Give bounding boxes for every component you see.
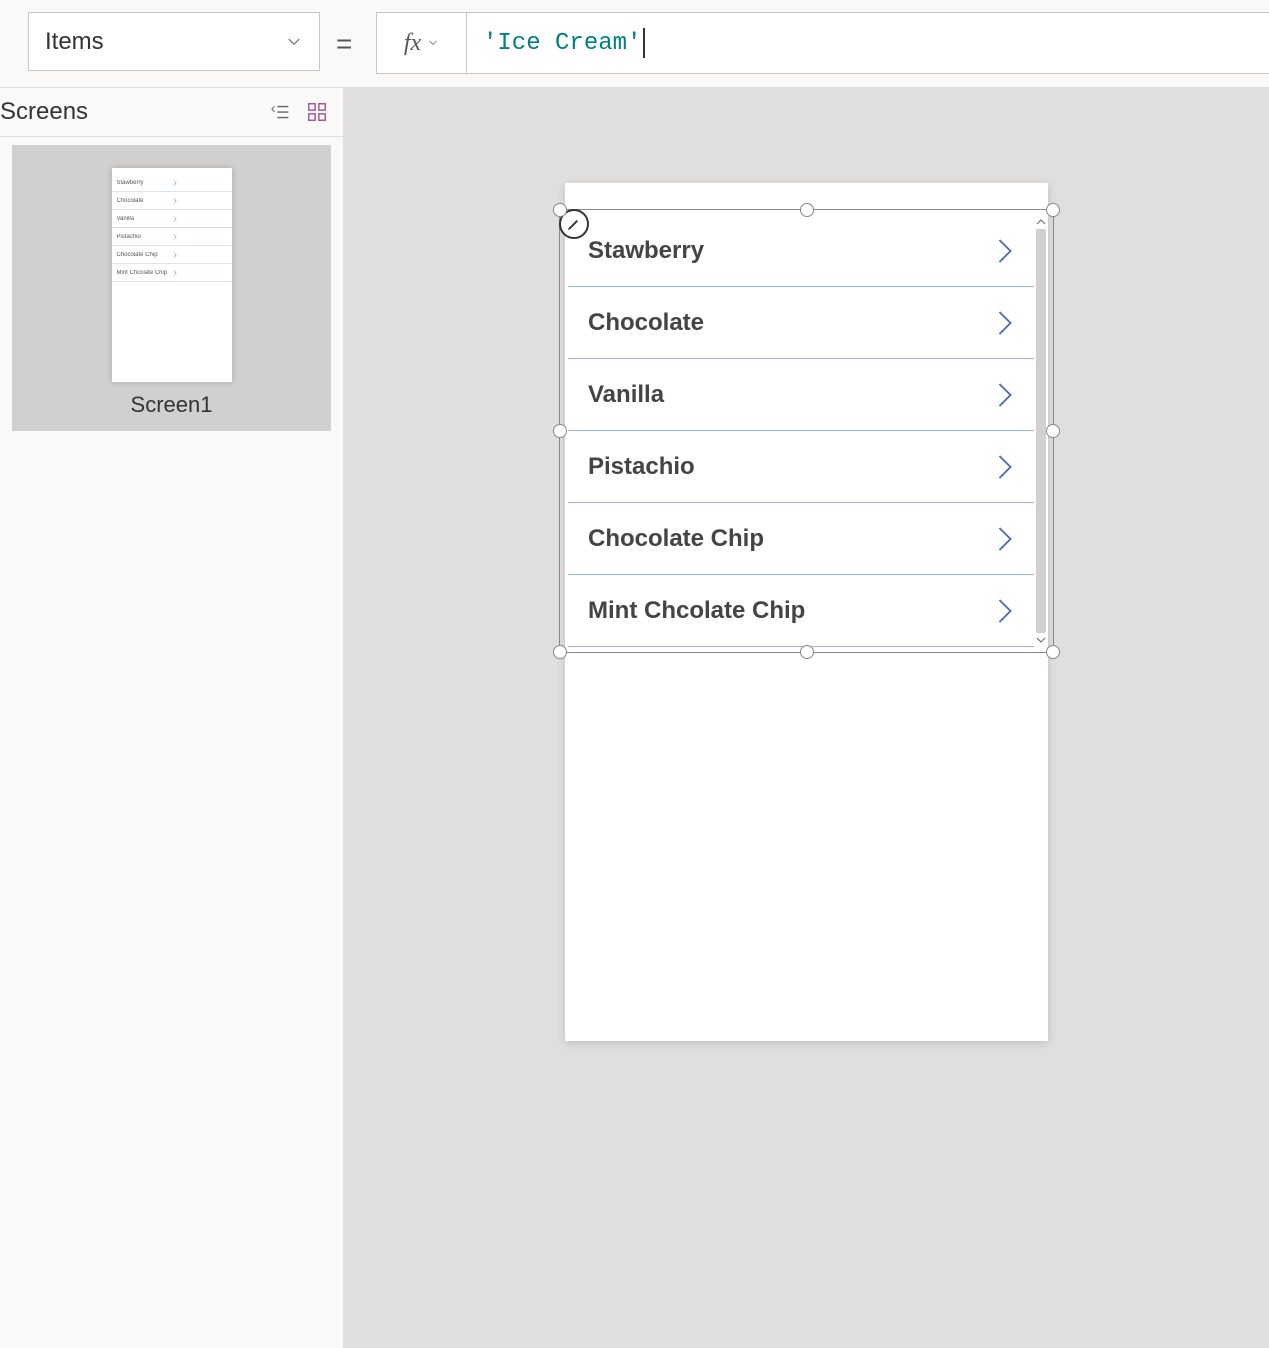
gallery-row-label: Chocolate Chip — [588, 525, 994, 553]
screen-thumbnail-container[interactable]: Stawberry Chocolate Vanilla Pistachio Ch… — [12, 145, 331, 431]
chevron-right-icon[interactable] — [994, 308, 1016, 338]
fx-label: fx — [404, 30, 421, 57]
thumb-row-label: Pistachio — [117, 234, 172, 240]
chevron-right-icon[interactable] — [994, 380, 1016, 410]
tree-view-icon[interactable] — [269, 100, 293, 124]
gallery-row[interactable]: Stawberry — [568, 215, 1034, 287]
screen-thumbnail: Stawberry Chocolate Vanilla Pistachio Ch… — [112, 168, 232, 382]
resize-handle-s[interactable] — [800, 645, 814, 659]
property-dropdown[interactable]: Items — [28, 12, 320, 71]
gallery-row-label: Stawberry — [588, 237, 994, 265]
chevron-right-icon — [172, 180, 227, 186]
app-screen[interactable]: Stawberry Chocolate Vanilla Pistachio — [565, 183, 1048, 1041]
resize-handle-sw[interactable] — [553, 645, 567, 659]
formula-bar: fx 'Ice Cream' — [376, 12, 1269, 74]
chevron-right-icon[interactable] — [994, 452, 1016, 482]
chevron-right-icon — [172, 234, 227, 240]
resize-handle-se[interactable] — [1046, 645, 1060, 659]
formula-value: 'Ice Cream' — [483, 30, 641, 57]
gallery-row[interactable]: Pistachio — [568, 431, 1034, 503]
screens-panel: Screens Stawberry Chocolate Vanilla Pist… — [0, 88, 344, 1348]
equals-sign: = — [336, 28, 352, 60]
formula-input[interactable]: 'Ice Cream' — [467, 13, 1269, 73]
thumb-row-label: Chocolate Chip — [117, 252, 172, 258]
screens-panel-title: Screens — [0, 98, 257, 126]
gallery-control[interactable]: Stawberry Chocolate Vanilla Pistachio — [565, 215, 1048, 647]
fx-button[interactable]: fx — [377, 13, 467, 73]
app-root: Items = fx 'Ice Cream' Screens — [0, 0, 1269, 1348]
screens-panel-header: Screens — [0, 88, 343, 137]
edit-template-icon[interactable] — [559, 209, 589, 239]
gallery-row-label: Pistachio — [588, 453, 994, 481]
design-canvas[interactable]: Stawberry Chocolate Vanilla Pistachio — [344, 88, 1269, 1348]
gallery-row[interactable]: Chocolate — [568, 287, 1034, 359]
chevron-right-icon — [172, 252, 227, 258]
thumb-row: Mint Chcolate Chip — [112, 264, 232, 282]
thumb-row: Stawberry — [112, 174, 232, 192]
resize-handle-e[interactable] — [1046, 424, 1060, 438]
formula-bar-area: Items = fx 'Ice Cream' — [0, 0, 1269, 88]
scroll-down-arrow[interactable] — [1034, 633, 1048, 647]
chevron-right-icon — [172, 216, 227, 222]
chevron-down-icon — [427, 37, 439, 49]
gallery-row[interactable]: Chocolate Chip — [568, 503, 1034, 575]
thumbnail-view-icon[interactable] — [305, 100, 329, 124]
chevron-right-icon — [172, 198, 227, 204]
chevron-down-icon — [285, 33, 303, 51]
thumb-row-label: Vanilla — [117, 216, 172, 222]
text-cursor — [643, 28, 645, 58]
chevron-right-icon[interactable] — [994, 236, 1016, 266]
chevron-right-icon[interactable] — [994, 596, 1016, 626]
thumb-row: Chocolate — [112, 192, 232, 210]
chevron-right-icon — [172, 270, 227, 276]
thumb-row: Pistachio — [112, 228, 232, 246]
resize-handle-ne[interactable] — [1046, 203, 1060, 217]
thumb-row-label: Mint Chcolate Chip — [117, 270, 172, 276]
thumb-row: Chocolate Chip — [112, 246, 232, 264]
gallery-row-label: Vanilla — [588, 381, 994, 409]
gallery-row-label: Mint Chcolate Chip — [588, 597, 994, 625]
chevron-right-icon[interactable] — [994, 524, 1016, 554]
gallery-scrollbar[interactable] — [1034, 215, 1048, 647]
gallery-row[interactable]: Vanilla — [568, 359, 1034, 431]
thumb-row: Vanilla — [112, 210, 232, 228]
property-dropdown-label: Items — [45, 28, 104, 56]
thumb-row-label: Stawberry — [117, 180, 172, 186]
screen-thumbnail-label: Screen1 — [65, 392, 278, 418]
scroll-up-arrow[interactable] — [1034, 215, 1048, 229]
gallery-items: Stawberry Chocolate Vanilla Pistachio — [568, 215, 1034, 647]
gallery-row-label: Chocolate — [588, 309, 994, 337]
scroll-track[interactable] — [1036, 229, 1046, 633]
gallery-row[interactable]: Mint Chcolate Chip — [568, 575, 1034, 647]
thumb-row-label: Chocolate — [117, 198, 172, 204]
